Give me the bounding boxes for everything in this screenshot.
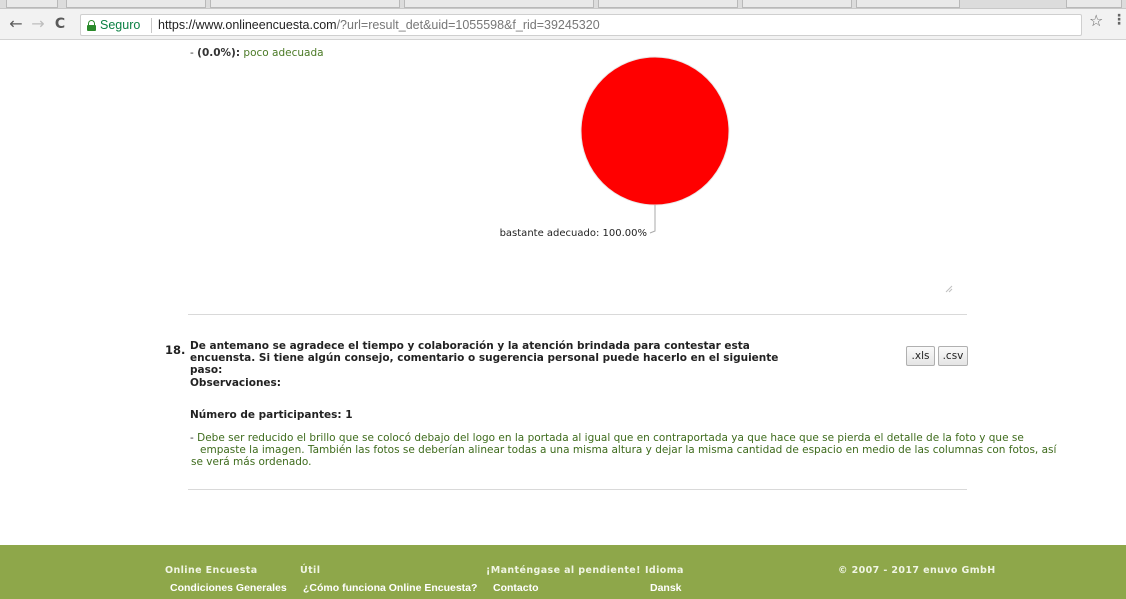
response-line: Debe ser reducido el brillo que se coloc… (197, 432, 1024, 444)
back-arrow-icon[interactable]: ← (6, 13, 26, 35)
url-path: /?url=result_det&uid=1055598&f_rid=39245… (336, 18, 600, 32)
secure-label: Seguro (100, 18, 141, 32)
footer-heading-util: Útil (300, 565, 321, 576)
footer-link-contacto[interactable]: Contacto (493, 582, 539, 594)
browser-tab[interactable] (404, 0, 594, 8)
url-scheme: https:// (158, 18, 196, 32)
pie-slice (580, 56, 730, 206)
footer-link-como-funciona[interactable]: ¿Cómo funciona Online Encuesta? (303, 582, 477, 594)
site-footer: Online Encuesta Útil ¡Manténgase al pend… (0, 545, 1126, 599)
browser-tab[interactable] (1066, 0, 1122, 8)
browser-tab[interactable] (6, 0, 58, 8)
footer-link-condiciones[interactable]: Condiciones Generales (170, 582, 287, 594)
pie-leader-line (649, 205, 656, 234)
url-text[interactable]: https://www.onlineencuesta.com/?url=resu… (158, 18, 600, 32)
question-number: 18. (165, 343, 186, 357)
browser-tab[interactable] (742, 0, 852, 8)
participants-count: Número de participantes: 1 (190, 409, 353, 421)
address-bar[interactable]: Seguro https://www.onlineencuesta.com/?u… (80, 14, 1082, 36)
answer-percent: (0.0%): (197, 47, 241, 59)
section-divider (188, 489, 967, 490)
bookmark-star-icon[interactable]: ☆ (1089, 11, 1103, 30)
export-xls-button[interactable]: .xls (906, 346, 935, 366)
browser-tab-strip (0, 0, 1126, 9)
resize-grip-icon[interactable] (945, 285, 953, 293)
answer-label: poco adecuada (243, 47, 324, 59)
url-host: www.onlineencuesta.com (195, 18, 337, 32)
observations-label: Observaciones: (190, 377, 282, 389)
browser-tab[interactable] (856, 0, 960, 8)
browser-toolbar: ← → C Seguro https://www.onlineencuesta.… (0, 9, 1126, 40)
pie-data-label: bastante adecuado: 100.00% (500, 228, 647, 239)
section-divider (188, 314, 967, 315)
footer-copyright: © 2007 - 2017 enuvo GmbH (838, 565, 996, 576)
footer-link-dansk[interactable]: Dansk (650, 582, 682, 594)
browser-tab[interactable] (598, 0, 738, 8)
footer-heading-online-encuesta: Online Encuesta (165, 565, 258, 576)
footer-heading-pendiente: ¡Manténgase al pendiente! (486, 565, 641, 576)
pie-chart: bastante adecuado: 100.00% (0, 0, 1126, 300)
footer-heading-idioma: Idioma (645, 565, 684, 576)
question-text: De antemano se agradece el tiempo y cola… (190, 340, 779, 376)
response-item: - Debe ser reducido el brillo que se col… (190, 432, 1057, 468)
lock-icon (87, 20, 96, 31)
browser-tab[interactable] (66, 0, 206, 8)
pie-chart-svg: bastante adecuado: 100.00% (500, 56, 730, 239)
response-line: empaste la imagen. También las fotos se … (200, 444, 1057, 456)
previous-answer-row: - (0.0%): poco adecuada (190, 47, 324, 59)
response-line: se verá más ordenado. (191, 456, 312, 468)
reload-icon[interactable]: C (50, 13, 70, 35)
address-separator (151, 18, 152, 33)
browser-menu-icon[interactable]: ⋮ (1112, 12, 1126, 28)
export-csv-button[interactable]: .csv (938, 346, 968, 366)
browser-tab[interactable] (210, 0, 400, 8)
forward-arrow-icon[interactable]: → (28, 13, 48, 35)
